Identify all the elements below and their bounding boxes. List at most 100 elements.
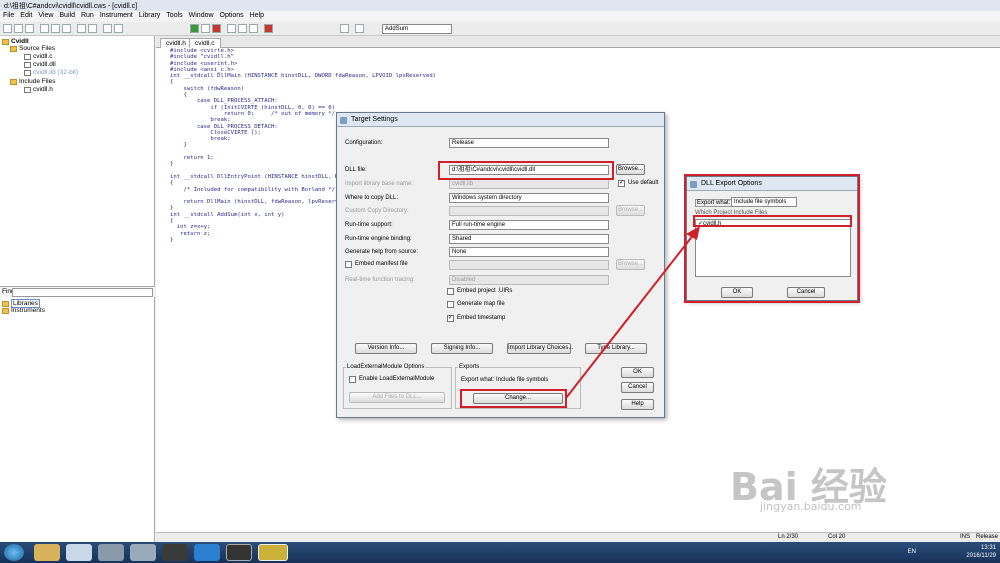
h-file-icon [24, 86, 31, 93]
dll-file-label: DLL file: [345, 167, 367, 173]
variables-icon[interactable] [355, 24, 364, 33]
copy-icon[interactable] [51, 24, 60, 33]
workspace-icon [2, 38, 9, 45]
menu-window[interactable]: Window [189, 12, 214, 21]
version-info-button[interactable]: Version Info... [355, 343, 417, 354]
app-icon[interactable] [226, 544, 252, 561]
type-library-button[interactable]: Type Library... [585, 343, 647, 354]
tree-instruments[interactable]: Instruments [2, 307, 45, 314]
tree-file-c[interactable]: cvidll.c [24, 53, 53, 60]
menu-options[interactable]: Options [220, 12, 244, 21]
start-icon[interactable] [4, 544, 24, 561]
step-over-icon[interactable] [238, 24, 247, 33]
system-tray: EN 13:31 2016/11/29 [908, 544, 996, 560]
step-into-icon[interactable] [227, 24, 236, 33]
app-icon[interactable] [130, 544, 156, 561]
folder-icon [2, 307, 9, 314]
function-combo[interactable]: AddSum [382, 24, 452, 34]
stop-icon[interactable] [212, 24, 221, 33]
step-out-icon[interactable] [249, 24, 258, 33]
app-icon[interactable] [162, 544, 188, 561]
realtime-select[interactable]: Disabled [449, 275, 609, 285]
c-file-icon [24, 53, 31, 60]
function-panel-icon[interactable] [340, 24, 349, 33]
clock-date[interactable]: 2016/11/29 [966, 552, 996, 560]
manifest-input[interactable] [449, 260, 609, 270]
cvi-icon[interactable] [258, 544, 288, 561]
help-button[interactable]: Help [621, 399, 654, 410]
where-copy-select[interactable]: Windows system directory [449, 193, 609, 203]
project-tree: Cvidll Source Files cvidll.c cvidll.dll … [0, 36, 155, 286]
tree-root[interactable]: Cvidll [2, 38, 29, 45]
menu-edit[interactable]: Edit [20, 12, 32, 21]
undo-icon[interactable] [77, 24, 86, 33]
browse-button[interactable]: Browse... [616, 164, 645, 175]
generate-map-checkbox[interactable] [447, 301, 454, 308]
redo-icon[interactable] [88, 24, 97, 33]
use-default-label: Use default [628, 180, 659, 186]
paste-icon[interactable] [62, 24, 71, 33]
menu-tools[interactable]: Tools [166, 12, 182, 21]
generate-help-label: Generate help from source: [345, 249, 419, 255]
tab-cvidll-h[interactable]: cvidll.h [160, 38, 192, 48]
save-icon[interactable] [25, 24, 34, 33]
menu-view[interactable]: View [38, 12, 53, 21]
configuration-label: Configuration: [345, 140, 383, 146]
menu-build[interactable]: Build [59, 12, 75, 21]
find-bar: Find [0, 286, 155, 297]
add-files-button[interactable]: Add Files to DLL... [349, 392, 445, 403]
find-icon[interactable] [103, 24, 112, 33]
configuration-select[interactable]: Release [449, 138, 609, 148]
menu-file[interactable]: File [3, 12, 14, 21]
embed-timestamp-label: Embed timestamp [457, 315, 506, 321]
embed-manifest-checkbox[interactable] [345, 261, 352, 268]
tree-include-files[interactable]: Include Files [10, 78, 56, 85]
lang-indicator[interactable]: EN [908, 548, 916, 556]
ok-button[interactable]: OK [621, 367, 654, 378]
find-input[interactable] [12, 288, 153, 297]
realtime-label: Real-time function tracing: [345, 277, 415, 283]
browse-custom-button[interactable]: Browse... [616, 205, 645, 216]
explorer-icon[interactable] [34, 544, 60, 561]
cancel-button[interactable]: Cancel [621, 382, 654, 393]
open-icon[interactable] [14, 24, 23, 33]
menu-library[interactable]: Library [139, 12, 160, 21]
runtime-binding-select[interactable]: Shared [449, 234, 609, 244]
custom-copy-input[interactable] [449, 206, 609, 216]
menu-run[interactable]: Run [81, 12, 94, 21]
tree-file-dll[interactable]: cvidll.dll [24, 61, 56, 68]
use-default-checkbox[interactable]: ✓ [618, 180, 625, 187]
runtime-support-select[interactable]: Full run-time engine [449, 220, 609, 230]
embed-timestamp-checkbox[interactable]: ✓ [447, 315, 454, 322]
generate-help-select[interactable]: None [449, 247, 609, 257]
tree-file-lib[interactable]: cvidll.lib (32-bit) [24, 69, 78, 76]
breakpoint-icon[interactable] [264, 24, 273, 33]
clock-time[interactable]: 13:31 [966, 544, 996, 552]
pause-icon[interactable] [201, 24, 210, 33]
folder-icon [10, 45, 17, 52]
app-icon[interactable] [98, 544, 124, 561]
signing-info-button[interactable]: Signing Info... [431, 343, 493, 354]
tab-cvidll-c[interactable]: cvidll.c [189, 38, 221, 48]
embed-uirs-checkbox[interactable] [447, 288, 454, 295]
browse-manifest-button[interactable]: Browse... [616, 259, 645, 270]
toolbar [0, 22, 1000, 36]
folder-icon [2, 300, 9, 307]
build-icon[interactable] [114, 24, 123, 33]
import-library-choices-button[interactable]: Import Library Choices... [507, 343, 573, 354]
menu-help[interactable]: Help [250, 12, 264, 21]
embed-uirs-label: Embed project .UIRs [457, 288, 513, 294]
cut-icon[interactable] [40, 24, 49, 33]
new-icon[interactable] [3, 24, 12, 33]
import-lib-input[interactable]: cvidll.lib [449, 179, 609, 189]
run-icon[interactable] [190, 24, 199, 33]
menu-instrument[interactable]: Instrument [100, 12, 133, 21]
tree-source-files[interactable]: Source Files [10, 45, 55, 52]
enable-load-checkbox[interactable] [349, 376, 356, 383]
menu-bar: File Edit View Build Run Instrument Libr… [0, 11, 1000, 22]
embed-manifest-label: Embed manifest file [355, 261, 408, 267]
ie-icon[interactable] [194, 544, 220, 561]
dialog-title: Target Settings [337, 113, 664, 127]
app-icon[interactable] [66, 544, 92, 561]
tree-header-file[interactable]: cvidll.h [24, 86, 53, 93]
